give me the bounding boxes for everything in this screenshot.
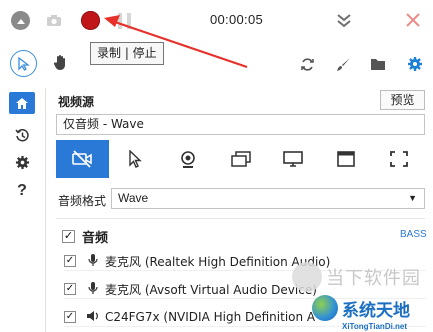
- cursor-capture-icon[interactable]: [109, 140, 162, 178]
- video-source-field[interactable]: 仅音频 - Wave: [56, 114, 425, 135]
- webcam-icon[interactable]: [161, 140, 214, 178]
- watermark-main-text: 系统天地: [342, 300, 410, 321]
- device-label: 麦克风 (Avsoft Virtual Audio Device): [105, 282, 317, 297]
- video-source-label: 视频源: [58, 95, 95, 109]
- windows-icon[interactable]: [214, 140, 267, 178]
- device-label: C24FG7x (NVIDIA High Definition A: [105, 310, 316, 324]
- folder-icon[interactable]: [369, 55, 387, 73]
- watermark-sub-text: XiTongTianDi.net: [342, 322, 408, 331]
- watermark-top-text: 当下软件园: [326, 268, 421, 289]
- audio-section-header: ✓ 音频: [62, 227, 108, 246]
- capture-mode-bar: [56, 140, 425, 178]
- watermark-bottom: 系统天地: [312, 295, 410, 321]
- audio-section-title: 音频: [82, 231, 109, 246]
- window-icon[interactable]: [320, 140, 373, 178]
- gear-icon[interactable]: [406, 55, 424, 73]
- device-checkbox[interactable]: ✓: [64, 283, 76, 295]
- no-video-icon[interactable]: [56, 140, 109, 178]
- left-nav: ?: [0, 88, 46, 332]
- audio-format-select[interactable]: Wave ▼: [111, 188, 425, 209]
- close-icon[interactable]: [402, 8, 424, 32]
- home-icon[interactable]: [9, 92, 35, 114]
- divider: [56, 218, 425, 219]
- hand-icon[interactable]: [53, 54, 69, 76]
- audio-format-label: 音频格式: [58, 194, 107, 208]
- dropdown-caret-icon: ▼: [408, 193, 417, 203]
- microphone-icon: [86, 253, 100, 270]
- watermark-logo-icon: [292, 262, 322, 292]
- watermark-top: 当下软件园: [292, 262, 421, 292]
- screen-icon[interactable]: [267, 140, 320, 178]
- preview-button[interactable]: 预览: [380, 90, 425, 110]
- region-icon[interactable]: [372, 140, 425, 178]
- audio-engine-link[interactable]: BASS: [400, 229, 427, 240]
- title-bar: 00:00:05: [0, 0, 433, 42]
- history-icon[interactable]: [9, 124, 35, 146]
- brush-icon[interactable]: [334, 55, 352, 73]
- audio-enable-checkbox[interactable]: ✓: [62, 230, 75, 243]
- recording-timer: 00:00:05: [210, 12, 264, 27]
- record-tooltip: 录制 | 停止: [90, 42, 164, 65]
- camera-icon[interactable]: [45, 12, 63, 28]
- pause-icon[interactable]: [118, 13, 132, 29]
- collapse-icon[interactable]: [11, 11, 30, 30]
- device-checkbox[interactable]: ✓: [64, 311, 76, 323]
- cursor-icon[interactable]: [10, 50, 37, 77]
- sync-icon[interactable]: [298, 55, 316, 73]
- double-chevron-down-icon[interactable]: [334, 8, 354, 32]
- globe-icon: [312, 295, 338, 321]
- watermark: 当下软件园 系统天地 XiTongTianDi.net: [292, 262, 433, 332]
- device-checkbox[interactable]: ✓: [64, 255, 76, 267]
- settings-gear-icon[interactable]: [9, 151, 35, 173]
- speaker-icon: [86, 310, 100, 325]
- microphone-icon: [86, 281, 100, 298]
- record-button[interactable]: [81, 11, 100, 30]
- help-icon[interactable]: ?: [9, 180, 35, 202]
- audio-format-value: Wave: [118, 191, 149, 205]
